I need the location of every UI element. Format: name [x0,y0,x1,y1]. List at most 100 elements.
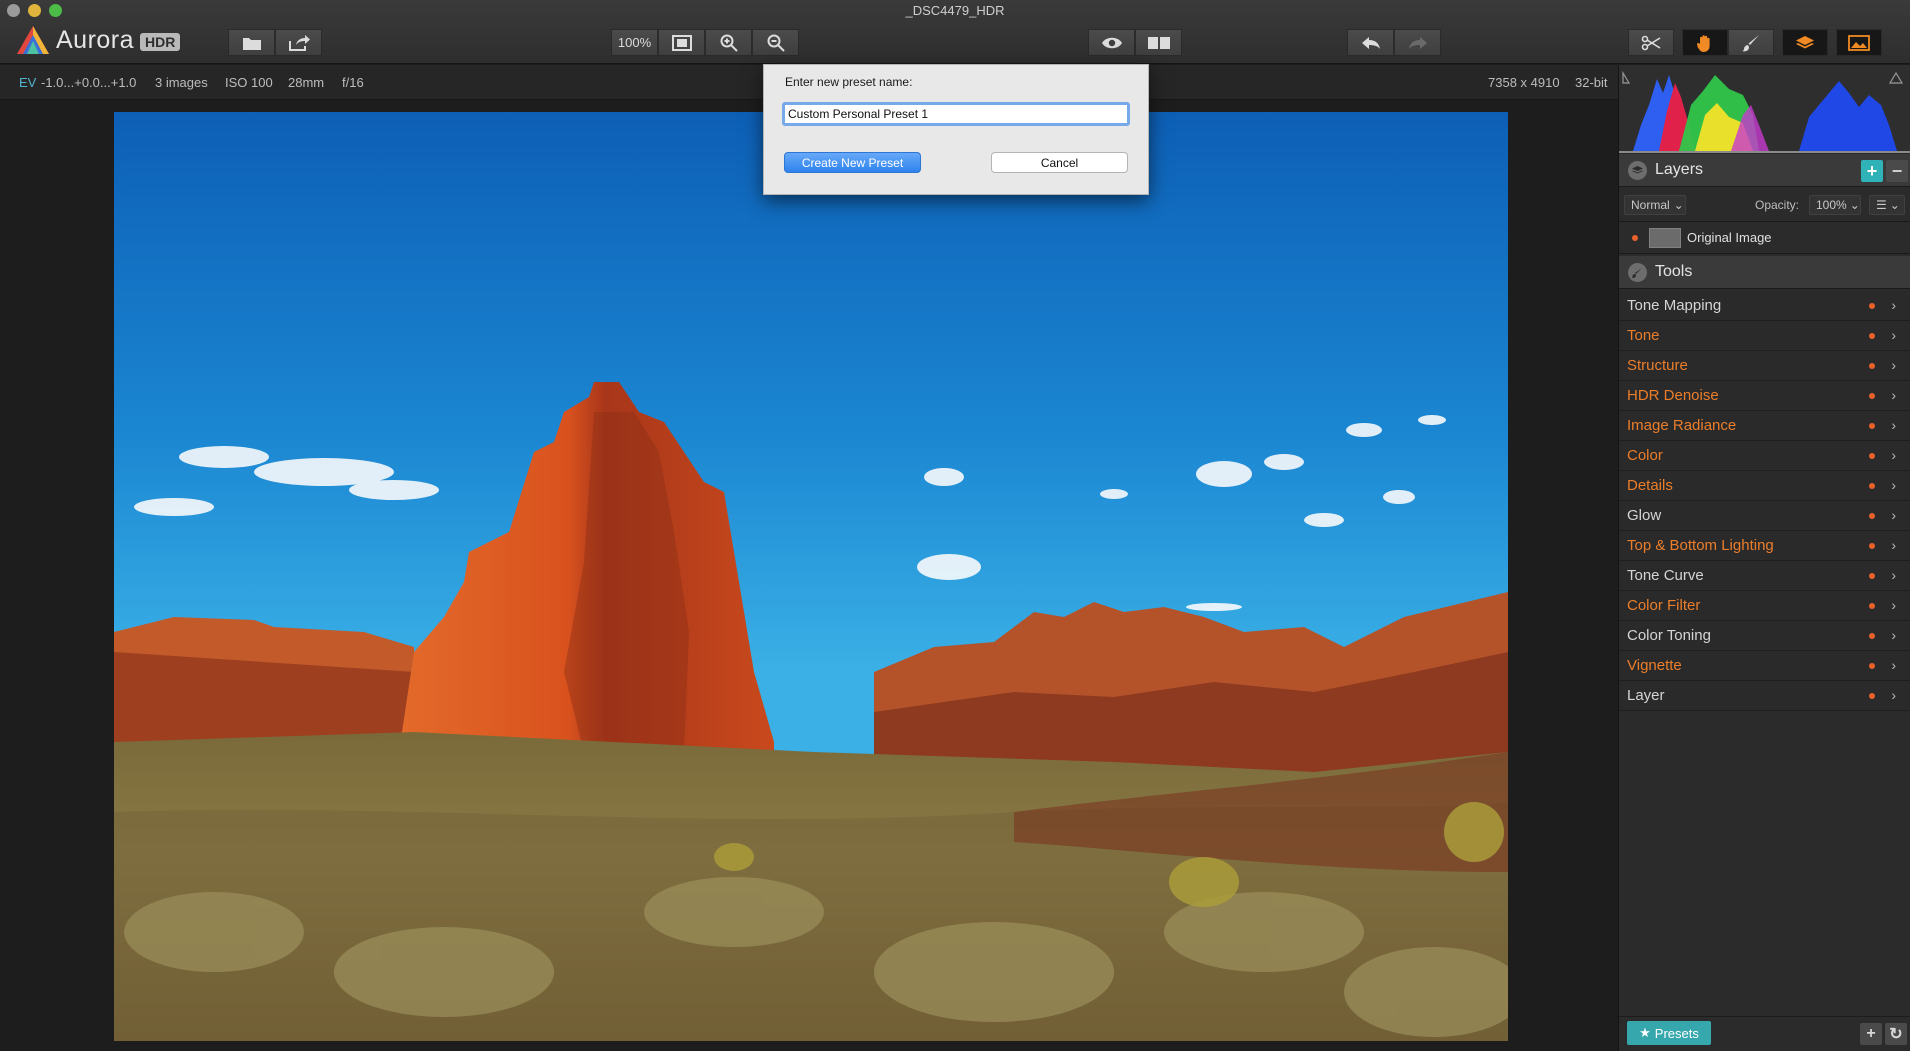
tool-row[interactable]: Color Filter › [1619,591,1910,621]
tool-row[interactable]: Tone Mapping › [1619,291,1910,321]
add-layer-button[interactable]: + [1861,160,1883,182]
tool-row[interactable]: Top & Bottom Lighting › [1619,531,1910,561]
undo-icon [1361,36,1380,49]
fit-screen-button[interactable] [658,29,705,56]
chevron-right-icon[interactable]: › [1891,627,1896,643]
layer-name: Original Image [1687,230,1772,245]
tool-row[interactable]: Details › [1619,471,1910,501]
chevron-right-icon[interactable]: › [1891,447,1896,463]
tool-name: Details [1627,477,1673,494]
chevron-right-icon[interactable]: › [1891,567,1896,583]
app-logo: Aurora HDR [16,24,181,56]
layers-view-button[interactable] [1782,29,1828,56]
chevron-right-icon[interactable]: › [1891,357,1896,373]
bit-depth: 32-bit [1575,75,1608,90]
app-window: _DSC4479_HDR Aurora HDR 100% EV -1.0...+… [0,0,1910,1051]
compare-icon [1147,36,1170,49]
remove-layer-button[interactable]: − [1886,160,1908,182]
layer-row[interactable]: Original Image [1619,222,1910,254]
file-buttons [228,29,322,56]
crop-tool-button[interactable] [1628,29,1674,56]
tool-status-dot[interactable] [1869,573,1875,579]
share-button[interactable] [275,29,322,56]
add-preset-button[interactable]: + [1860,1023,1882,1045]
tool-status-dot[interactable] [1869,333,1875,339]
tools-section-icon [1628,262,1647,282]
tool-row[interactable]: Color › [1619,441,1910,471]
tool-status-dot[interactable] [1869,453,1875,459]
zoom-out-button[interactable] [752,29,799,56]
layer-visibility-dot[interactable] [1632,234,1638,241]
tool-status-dot[interactable] [1869,423,1875,429]
tool-row[interactable]: Tone › [1619,321,1910,351]
chevron-right-icon[interactable]: › [1891,687,1896,703]
panel-footer: ★ Presets + ↻ [1619,1016,1910,1051]
chevron-right-icon[interactable]: › [1891,537,1896,553]
tool-status-dot[interactable] [1869,393,1875,399]
tool-status-dot[interactable] [1869,303,1875,309]
share-icon [288,34,310,51]
photo-preview[interactable] [114,112,1508,1041]
chevron-right-icon[interactable]: › [1891,657,1896,673]
tool-status-dot[interactable] [1869,543,1875,549]
redo-button[interactable] [1394,29,1441,56]
tool-name: Tone [1627,327,1660,344]
tool-status-dot[interactable] [1869,693,1875,699]
chevron-right-icon[interactable]: › [1891,297,1896,313]
aperture-value: f/16 [342,75,364,90]
open-button[interactable] [228,29,275,56]
chevron-right-icon[interactable]: › [1891,477,1896,493]
undo-button[interactable] [1347,29,1394,56]
compare-button[interactable] [1135,29,1182,56]
tool-name: Structure [1627,357,1688,374]
tool-name: Tone Mapping [1627,297,1722,314]
create-preset-button[interactable]: Create New Preset [784,152,921,173]
presets-button[interactable]: ★ Presets [1627,1021,1711,1045]
view-buttons [1088,29,1182,56]
preview-toggle-button[interactable] [1088,29,1135,56]
blend-mode-value: Normal [1631,198,1670,212]
redo-icon [1408,36,1427,49]
image-canvas[interactable] [0,100,1618,1051]
app-name: Aurora [56,25,135,54]
zoom-in-button[interactable] [705,29,752,56]
tool-row[interactable]: Glow › [1619,501,1910,531]
zoom-level-button[interactable]: 100% [611,29,658,56]
tool-status-dot[interactable] [1869,483,1875,489]
layer-menu-button[interactable]: ☰ ⌄ [1869,195,1905,215]
chevron-down-icon: ⌄ [1673,198,1684,212]
chevron-right-icon[interactable]: › [1891,387,1896,403]
tool-row[interactable]: Image Radiance › [1619,411,1910,441]
layers-section-header[interactable]: Layers + − [1619,154,1910,187]
hand-icon [1697,34,1710,52]
cancel-button[interactable]: Cancel [991,152,1128,173]
opacity-select[interactable]: 100% ⌄ [1809,195,1861,215]
opacity-label: Opacity: [1755,198,1800,212]
tool-row[interactable]: Vignette › [1619,651,1910,681]
opacity-value: 100% [1816,198,1847,212]
tool-status-dot[interactable] [1869,513,1875,519]
blend-mode-select[interactable]: Normal ⌄ [1624,195,1686,215]
tool-row[interactable]: Structure › [1619,351,1910,381]
chevron-right-icon[interactable]: › [1891,507,1896,523]
chevron-right-icon[interactable]: › [1891,597,1896,613]
tools-section-header[interactable]: Tools [1619,256,1910,289]
tool-status-dot[interactable] [1869,633,1875,639]
presets-label: Presets [1654,1025,1699,1041]
tool-row[interactable]: Color Toning › [1619,621,1910,651]
tool-status-dot[interactable] [1869,663,1875,669]
tool-row[interactable]: Layer › [1619,681,1910,711]
image-view-button[interactable] [1836,29,1882,56]
tool-status-dot[interactable] [1869,363,1875,369]
chevron-right-icon[interactable]: › [1891,417,1896,433]
brush-tool-button[interactable] [1728,29,1774,56]
preset-name-input[interactable] [782,102,1130,126]
chevron-right-icon[interactable]: › [1891,327,1896,343]
tool-row[interactable]: Tone Curve › [1619,561,1910,591]
layers-title: Layers [1655,161,1704,178]
refresh-presets-button[interactable]: ↻ [1885,1023,1907,1045]
hand-tool-button[interactable] [1682,29,1728,56]
image-dimensions: 7358 x 4910 [1488,75,1560,90]
tool-row[interactable]: HDR Denoise › [1619,381,1910,411]
tool-status-dot[interactable] [1869,603,1875,609]
